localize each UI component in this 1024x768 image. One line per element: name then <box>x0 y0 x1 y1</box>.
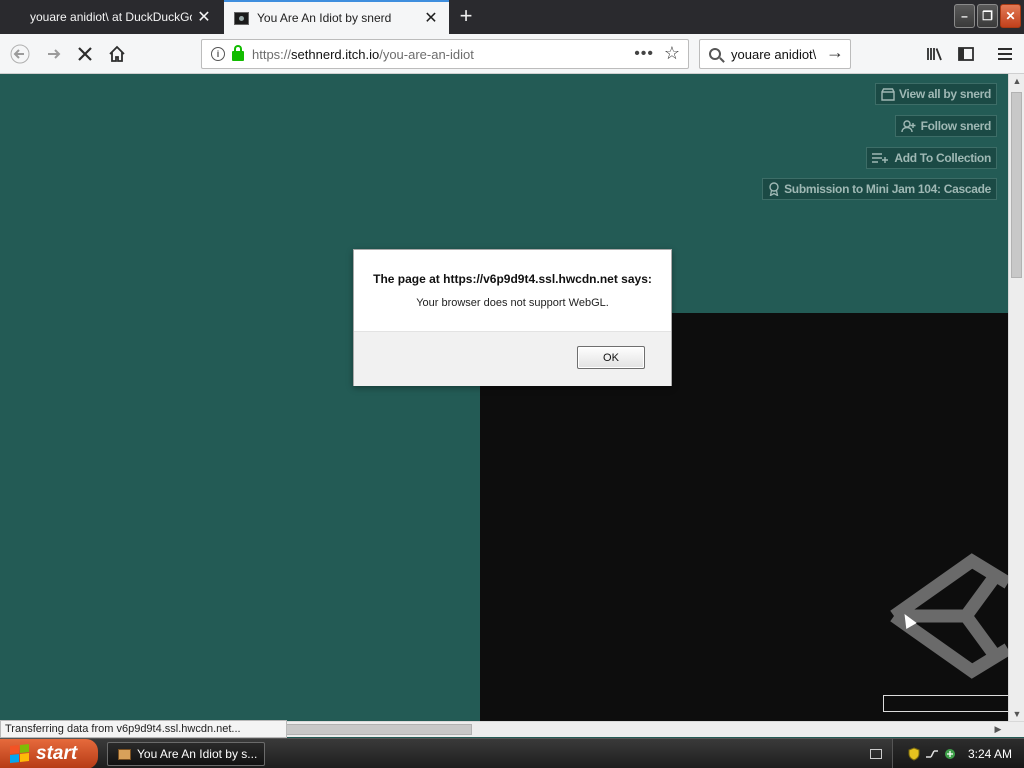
tab-title: youare anidiot\ at DuckDuckGo <box>30 10 192 24</box>
dialog-footer: OK <box>354 331 671 386</box>
store-icon <box>881 87 895 101</box>
tab-you-are-an-idiot[interactable]: You Are An Idiot by snerd ✕ <box>224 0 449 34</box>
alert-dialog: The page at https://v6p9d9t4.ssl.hwcdn.n… <box>353 249 672 386</box>
new-tab-icon[interactable]: + <box>452 2 480 30</box>
back-arrow-icon[interactable] <box>6 40 34 68</box>
taskbar-clock[interactable]: 3:24 AM <box>968 739 1012 768</box>
keyboard-icon[interactable] <box>870 749 882 759</box>
hamburger-menu-icon[interactable] <box>991 40 1019 68</box>
follow-button[interactable]: Follow snerd <box>894 115 997 137</box>
search-icon <box>709 48 721 60</box>
forward-arrow-icon[interactable] <box>40 40 68 68</box>
stop-loading-icon[interactable] <box>71 40 99 68</box>
tab-duckduckgo[interactable]: youare anidiot\ at DuckDuckGo ✕ <box>0 0 222 34</box>
close-tab-icon[interactable]: ✕ <box>419 6 443 30</box>
jam-submission-button[interactable]: Submission to Mini Jam 104: Cascade <box>762 178 997 200</box>
page-actions-icon[interactable]: ••• <box>634 45 654 63</box>
network-icon[interactable] <box>925 747 939 761</box>
view-all-button[interactable]: View all by snerd <box>874 83 997 105</box>
follow-user-icon <box>900 119 916 132</box>
home-icon[interactable] <box>103 40 131 68</box>
close-tab-icon[interactable]: ✕ <box>192 5 216 29</box>
restore-window-button[interactable]: ❐ <box>977 4 998 28</box>
search-go-arrow-icon[interactable]: → <box>826 42 844 63</box>
taskbar: start You Are An Idiot by s... 3:24 AM <box>0 738 1024 768</box>
library-icon[interactable] <box>921 40 949 68</box>
vertical-scroll-thumb[interactable] <box>1011 92 1022 278</box>
lock-icon[interactable] <box>232 45 244 61</box>
url-bar[interactable]: i https://sethnerd.itch.io/you-are-an-id… <box>201 39 689 69</box>
security-shield-icon[interactable] <box>907 747 921 761</box>
network-activity-icon[interactable] <box>943 747 957 761</box>
page-content: View all by snerd Follow snerd Add To Co… <box>0 74 1008 721</box>
award-icon <box>769 182 779 196</box>
tab-strip: youare anidiot\ at DuckDuckGo ✕ You Are … <box>0 0 1024 34</box>
taskbar-window-button[interactable]: You Are An Idiot by s... <box>107 742 265 766</box>
ok-button[interactable]: OK <box>577 346 645 369</box>
vertical-scrollbar[interactable]: ▲ ▼ <box>1008 74 1024 721</box>
start-button[interactable]: start <box>0 739 98 768</box>
loading-progress-bar <box>883 695 1008 712</box>
status-bar: Transferring data from v6p9d9t4.ssl.hwcd… <box>0 720 287 738</box>
scroll-down-arrow-icon[interactable]: ▼ <box>1009 709 1024 719</box>
scroll-up-arrow-icon[interactable]: ▲ <box>1009 76 1024 86</box>
nav-toolbar: i https://sethnerd.itch.io/you-are-an-id… <box>0 34 1024 74</box>
dialog-message: Your browser does not support WebGL. <box>416 297 609 309</box>
tab-title: You Are An Idiot by snerd <box>257 11 392 25</box>
minimize-window-button[interactable]: – <box>954 4 975 28</box>
close-window-button[interactable]: ✕ <box>1000 4 1021 28</box>
bookmark-star-icon[interactable]: ☆ <box>664 43 680 64</box>
screen: youare anidiot\ at DuckDuckGo ✕ You Are … <box>0 0 1024 768</box>
windows-logo-icon <box>10 744 30 764</box>
url-text: https://sethnerd.itch.io/you-are-an-idio… <box>252 46 474 62</box>
add-to-collection-button[interactable]: Add To Collection <box>866 147 997 169</box>
search-input[interactable]: youare anidiot\ → <box>699 39 851 69</box>
firefox-window-icon <box>118 748 131 760</box>
scroll-right-arrow-icon[interactable]: ▶ <box>990 724 1006 735</box>
itch-favicon-icon <box>234 11 249 25</box>
add-collection-icon <box>872 153 889 163</box>
sidebar-icon[interactable] <box>952 40 980 68</box>
dialog-title: The page at https://v6p9d9t4.ssl.hwcdn.n… <box>373 272 652 286</box>
info-icon[interactable]: i <box>211 47 225 61</box>
horizontal-scroll-thumb[interactable] <box>286 724 472 735</box>
